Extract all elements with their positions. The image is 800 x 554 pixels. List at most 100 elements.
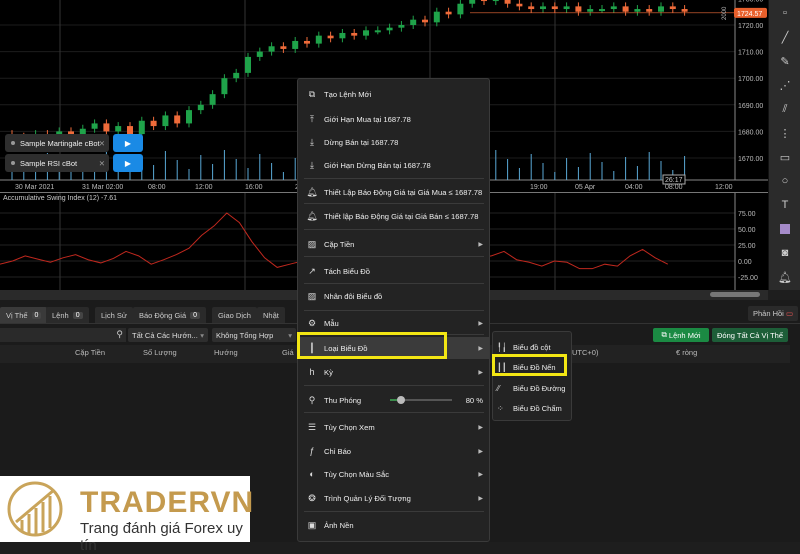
- time-label: 08:00: [148, 184, 166, 191]
- direction-select[interactable]: Tất Cả Các Hướn... ▾: [128, 328, 208, 342]
- menu-item-12[interactable]: ⚲ Thu Phóng 80 %: [298, 389, 489, 411]
- close-all-button[interactable]: Đóng Tất Cả Vị Thế: [712, 328, 788, 342]
- menu-item-2[interactable]: ⤓ Dừng Bán tại 1687.78: [298, 131, 489, 153]
- candle: [622, 6, 629, 12]
- col-symbol[interactable]: Cặp Tiền: [75, 348, 105, 357]
- color-icon[interactable]: [774, 218, 796, 240]
- col-time[interactable]: UTC+0): [572, 348, 598, 357]
- countdown-label: 26:17: [665, 177, 683, 184]
- candle: [351, 32, 358, 36]
- menu-separator: [304, 283, 484, 284]
- candle: [115, 126, 122, 132]
- zoom-slider[interactable]: [390, 396, 452, 404]
- feedback-button[interactable]: Phản Hồi ▭: [748, 306, 799, 321]
- channel-icon[interactable]: ⫽: [774, 98, 796, 120]
- tab-3[interactable]: Báo Động Giá 0: [133, 307, 207, 323]
- time-label: 12:00: [715, 184, 733, 191]
- slider-handle[interactable]: [396, 396, 405, 404]
- menu-item-8[interactable]: ▨ Nhân đôi Biểu đồ: [298, 285, 489, 307]
- new-order-button[interactable]: ⧉ Lệnh Mới: [653, 328, 709, 342]
- candle: [445, 11, 452, 15]
- tab-label: Vị Thế: [6, 310, 28, 320]
- candle: [681, 9, 688, 12]
- menu-item-label: Thu Phóng: [324, 395, 362, 405]
- price-label: 1680.00: [738, 129, 763, 136]
- menu-item-1[interactable]: ⤒ Giới Hạn Mua tại 1687.78: [298, 108, 489, 130]
- tab-1[interactable]: Lệnh 0: [46, 307, 89, 323]
- pen-icon[interactable]: ✎: [774, 50, 796, 72]
- indicator-label: 50.00: [738, 227, 756, 234]
- col-quantity[interactable]: Số Lượng: [143, 348, 177, 357]
- menu-item-11[interactable]: h Kỳ ▶: [298, 361, 489, 383]
- chart-type-icon: ⁘: [497, 404, 504, 413]
- menu-item-0[interactable]: ⧉ Tạo Lệnh Mới: [298, 83, 489, 105]
- search-input[interactable]: ⚲: [0, 328, 126, 342]
- menu-item-9[interactable]: ⚙ Mẫu ▶: [298, 312, 489, 334]
- close-icon[interactable]: ✕: [99, 159, 105, 168]
- menu-separator: [304, 256, 484, 257]
- tradervn-logo: TRADERVN Trang đánh giá Forex uy tín: [0, 476, 253, 554]
- menu-item-15[interactable]: ◐ Tùy Chọn Màu Sắc ▶: [298, 463, 489, 485]
- tab-0[interactable]: Vị Thế 0: [0, 307, 48, 323]
- play-button[interactable]: ▶: [113, 134, 143, 152]
- menu-item-7[interactable]: ↗ Tách Biểu Đồ: [298, 260, 489, 282]
- fibonacci-icon[interactable]: ⋰: [774, 74, 796, 96]
- period-icon: h: [309, 367, 315, 377]
- direction-value: Tất Cả Các Hướn...: [132, 330, 198, 340]
- candle: [504, 0, 511, 4]
- candle: [599, 9, 605, 12]
- tab-5[interactable]: Nhật: [257, 307, 285, 323]
- text-icon[interactable]: T: [774, 194, 796, 216]
- chevron-right-icon: ▶: [478, 424, 483, 431]
- logo-brand: TRADERVN: [80, 486, 255, 519]
- chart-type-item-0[interactable]: ╿╽ Biểu đồ cột: [497, 339, 551, 355]
- line-icon[interactable]: ╱: [774, 26, 796, 48]
- menu-separator: [304, 310, 484, 311]
- time-label: 31 Mar 02:00: [82, 184, 123, 191]
- menu-item-label: Tùy Chọn Màu Sắc: [324, 469, 389, 479]
- col-direction[interactable]: Hướng: [214, 348, 238, 357]
- upload-icon: ⤒: [310, 113, 314, 124]
- menu-item-14[interactable]: ƒ Chỉ Báo ▶: [298, 440, 489, 462]
- circle-icon[interactable]: ○: [774, 170, 796, 192]
- indicator-label: -25.00: [738, 275, 758, 282]
- candle: [186, 110, 192, 124]
- play-button[interactable]: ▶: [113, 154, 143, 172]
- tab-4[interactable]: Giao Dịch: [212, 307, 257, 323]
- col-price[interactable]: Giá: [282, 348, 294, 357]
- camera-icon[interactable]: ◙: [774, 242, 796, 264]
- logo-tagline: Trang đánh giá Forex uy tín: [80, 520, 243, 554]
- aggregate-select[interactable]: Không Tổng Hợp ▾: [212, 328, 296, 342]
- bot-martingale[interactable]: Sample Martingale cBot ✕: [5, 134, 109, 152]
- chart-type-item-3[interactable]: ⁘ Biểu Đồ Chấm: [497, 401, 562, 417]
- menu-item-13[interactable]: ☰ Tùy Chọn Xem ▶: [298, 416, 489, 438]
- col-net-eur[interactable]: € ròng: [676, 348, 697, 357]
- menu-item-4[interactable]: 🔔︎ Thiết Lập Báo Động Giá tại Giá Mua ≤ 1…: [298, 181, 489, 203]
- candle: [280, 46, 287, 49]
- price-label: 1670.00: [738, 156, 763, 163]
- candle: [492, 0, 499, 2]
- menu-item-5[interactable]: 🔔︎ Thiết lập Báo Động Giá tại Giá Bán ≤ 1…: [298, 205, 489, 227]
- grid-icon[interactable]: ⋮: [774, 122, 796, 144]
- tab-label: Lệnh: [52, 310, 69, 320]
- candle: [386, 27, 393, 31]
- menu-item-6[interactable]: ▨ Cặp Tiền ▶: [298, 233, 489, 255]
- tab-2[interactable]: Lịch Sử: [95, 307, 133, 323]
- menu-separator: [304, 412, 484, 413]
- indicator-icon: ƒ: [309, 446, 315, 456]
- rectangle-icon[interactable]: ▭: [774, 146, 796, 168]
- candle: [150, 120, 157, 127]
- menu-item-3[interactable]: ⤓ Giới Hạn Dừng Bán tại 1687.78: [298, 154, 489, 176]
- bot-rsi[interactable]: Sample RSI cBot ✕: [5, 154, 109, 172]
- close-icon[interactable]: ✕: [99, 139, 105, 148]
- menu-item-17[interactable]: ▣ Ảnh Nền: [298, 514, 489, 536]
- price-label: 1710.00: [738, 50, 763, 57]
- scrollbar-thumb[interactable]: [710, 292, 760, 297]
- chart-type-item-2[interactable]: ⁄⁄ Biểu Đồ Đường: [497, 380, 565, 396]
- cursor-icon[interactable]: ▫: [774, 2, 796, 24]
- candle: [245, 56, 251, 73]
- menu-item-16[interactable]: ❂ Trình Quản Lý Đối Tượng ▶: [298, 487, 489, 509]
- bell-icon[interactable]: 🔔︎: [774, 266, 796, 288]
- menu-item-label: Giới Hạn Dừng Bán tại 1687.78: [324, 160, 431, 170]
- menu-separator: [304, 229, 484, 230]
